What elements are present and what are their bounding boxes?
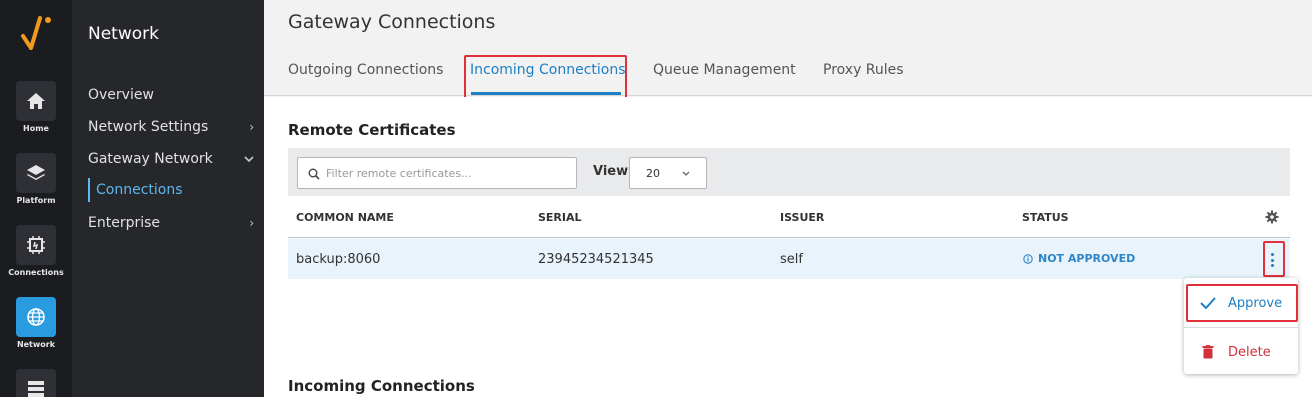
chevron-right-icon: ›	[249, 120, 254, 134]
main-area: Gateway Connections Outgoing Connections…	[264, 0, 1312, 397]
view-count-select[interactable]: 20	[629, 157, 707, 189]
search-icon	[308, 168, 320, 180]
column-header-serial[interactable]: SERIAL	[538, 211, 582, 224]
trash-icon	[1202, 345, 1214, 359]
sidebar-item-overview[interactable]: Overview	[88, 83, 258, 107]
cell-serial: 23945234521345	[538, 252, 654, 267]
page-title: Gateway Connections	[288, 11, 496, 33]
rail-network[interactable]: Network	[0, 297, 72, 349]
sidebar-item-label: Network Settings	[88, 119, 209, 135]
incoming-connections-title: Incoming Connections	[288, 377, 475, 395]
column-header-issuer[interactable]: ISSUER	[780, 211, 824, 224]
menu-divider	[1184, 327, 1298, 328]
table-header: COMMON NAME SERIAL ISSUER STATUS	[288, 196, 1290, 238]
sidebar: Network Overview Network Settings › Gate…	[72, 0, 264, 397]
brand-logo	[21, 16, 51, 50]
tab-proxy-rules[interactable]: Proxy Rules	[823, 62, 904, 78]
info-icon	[1023, 253, 1033, 264]
status-text: NOT APPROVED	[1038, 252, 1136, 265]
view-count-value: 20	[646, 167, 660, 180]
sidebar-item-gateway-network[interactable]: Gateway Network	[88, 147, 258, 171]
rail-label: Home	[23, 124, 49, 133]
delete-label: Delete	[1228, 344, 1271, 360]
globe-icon	[16, 297, 56, 337]
content-panel: Remote Certificates Filter remote certif…	[264, 97, 1312, 397]
rail-connections[interactable]: Connections	[0, 225, 72, 277]
column-header-common-name[interactable]: COMMON NAME	[296, 211, 394, 224]
chevron-down-icon	[682, 171, 690, 176]
home-icon	[16, 81, 56, 121]
sidebar-title: Network	[88, 24, 159, 44]
rail-label: Network	[16, 340, 56, 349]
page-header: Gateway Connections Outgoing Connections…	[264, 0, 1312, 96]
rail-platform[interactable]: Platform	[0, 153, 72, 205]
server-icon	[16, 369, 56, 397]
column-header-status[interactable]: STATUS	[1022, 211, 1069, 224]
sidebar-item-label: Connections	[96, 182, 183, 198]
cell-issuer: self	[780, 252, 803, 267]
sidebar-item-connections[interactable]: Connections	[88, 178, 183, 202]
sidebar-item-label: Overview	[88, 87, 154, 103]
status-badge: NOT APPROVED	[1023, 252, 1135, 265]
rail-label: Connections	[8, 268, 64, 277]
cell-common-name: backup:8060	[296, 252, 381, 267]
table-row[interactable]: backup:8060 23945234521345 self NOT APPR…	[288, 239, 1290, 279]
tab-highlight-box	[464, 55, 627, 100]
sidebar-item-network-settings[interactable]: Network Settings ›	[88, 115, 258, 139]
search-placeholder: Filter remote certificates...	[326, 167, 472, 180]
chevron-right-icon: ›	[249, 216, 254, 230]
sidebar-item-label: Gateway Network	[88, 151, 213, 167]
remote-certificates-title: Remote Certificates	[288, 121, 456, 139]
view-label: View	[593, 164, 629, 179]
rail-home[interactable]: Home	[0, 81, 72, 133]
delete-menu-item[interactable]: Delete	[1184, 335, 1298, 369]
gear-icon[interactable]	[1265, 210, 1279, 224]
tab-queue-management[interactable]: Queue Management	[653, 62, 796, 78]
rail-server[interactable]	[0, 369, 72, 397]
search-input[interactable]: Filter remote certificates...	[297, 157, 577, 189]
icon-rail: Home Platform Connections Network	[0, 0, 72, 397]
layers-icon	[16, 153, 56, 193]
connections-icon	[16, 225, 56, 265]
chevron-down-icon	[244, 156, 254, 163]
approve-highlight-box	[1186, 284, 1298, 322]
sidebar-item-label: Enterprise	[88, 215, 161, 231]
tab-outgoing-connections[interactable]: Outgoing Connections	[288, 62, 443, 78]
table-toolbar: Filter remote certificates... View 20	[288, 148, 1290, 196]
rail-label: Platform	[16, 196, 56, 205]
sidebar-item-enterprise[interactable]: Enterprise ›	[88, 211, 258, 235]
kebab-highlight-box	[1263, 241, 1285, 277]
